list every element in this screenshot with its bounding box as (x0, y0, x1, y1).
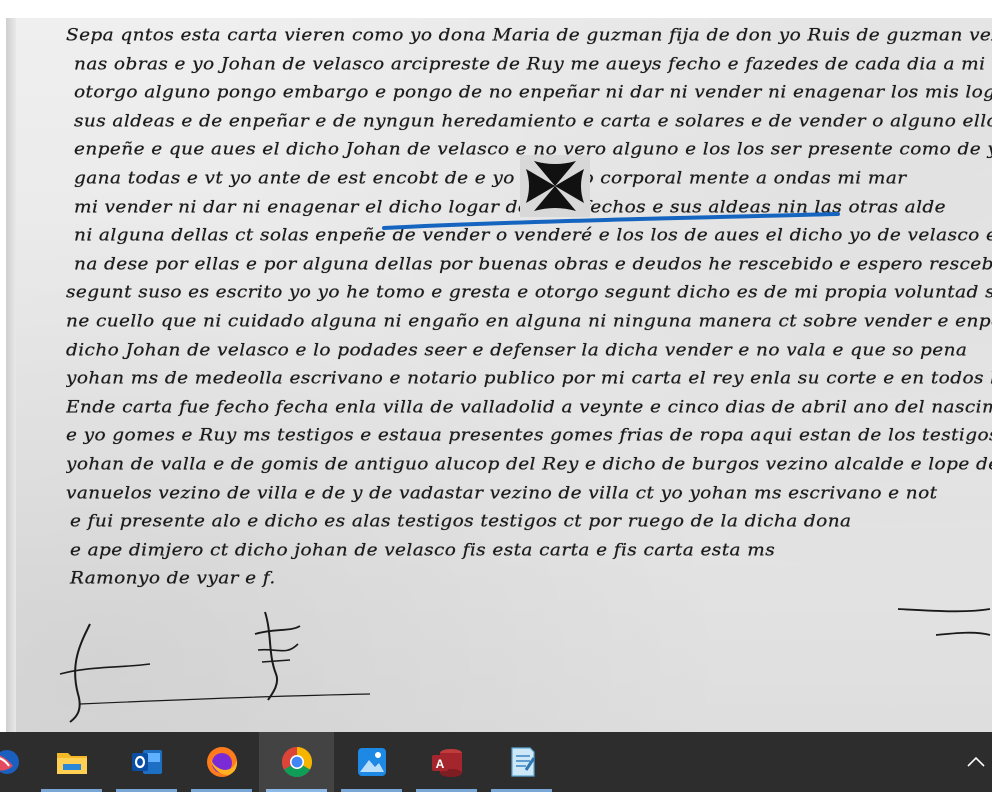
notarial-signature-flourish (59, 611, 371, 723)
manuscript-line: e yo gomes e Ruy ms testigos e estaua pr… (66, 426, 992, 446)
manuscript-line: sus aldeas e de enpeñar e de nyngun here… (74, 111, 992, 132)
manuscript-line: nas obras e yo Johan de velasco arcipres… (74, 54, 986, 74)
manuscript-line: vanuelos vezino de villa e de y de vadas… (66, 483, 938, 503)
access-icon: A (431, 749, 462, 777)
taskbar-app-file-explorer[interactable] (34, 732, 109, 792)
taskbar-app-access[interactable]: A (409, 732, 484, 792)
manuscript-line: dicho Johan de velasco e lo podades seer… (66, 340, 968, 360)
manuscript-line: e ape dimjero ct dicho johan de velasco … (70, 540, 776, 560)
manuscript-line: Sepa qntos esta carta vieren como yo don… (66, 25, 992, 46)
taskbar-app-outlook[interactable] (109, 732, 184, 792)
taskbar-app-chrome[interactable] (259, 732, 334, 792)
folder-icon (56, 753, 87, 774)
thunderbird-icon (0, 750, 19, 774)
page-binding-edge (6, 18, 16, 732)
manuscript-line: yohan ms de medeolla escrivano e notario… (66, 369, 992, 389)
manuscript-line: Ramonyo de vyar e f. (70, 569, 276, 589)
manuscript-text-block: Sepa qntos esta carta vieren como yo don… (66, 22, 992, 594)
manuscript-line: na dese por ellas e por alguna dellas po… (74, 254, 992, 274)
firefox-icon (206, 747, 237, 777)
manuscript-line: yohan de valla e de gomis de antiguo alu… (66, 454, 992, 475)
manuscript-line: Ende carta fue fecho fecha enla villa de… (66, 397, 992, 417)
show-hidden-icons-button[interactable] (960, 747, 992, 777)
photos-icon (357, 748, 386, 776)
manuscript-line: otorgo alguno pongo embargo e pongo de n… (74, 83, 992, 103)
windows-taskbar: A (0, 732, 992, 792)
manuscript-viewer[interactable]: Sepa qntos esta carta vieren como yo don… (0, 0, 992, 732)
manuscript-line: ne cuello que ni cuidado alguna ni engañ… (66, 311, 992, 332)
chrome-icon (281, 747, 312, 778)
taskbar-app-photos[interactable] (334, 732, 409, 792)
outlook-icon (131, 750, 162, 774)
taskbar-app-firefox[interactable] (184, 732, 259, 792)
manuscript-line: e fui presente alo e dicho es alas testi… (70, 511, 852, 532)
manuscript-line: segunt suso es escrito yo yo he tomo e g… (66, 283, 992, 303)
margin-bracket (897, 608, 991, 636)
annotation-underline (382, 212, 840, 230)
svg-text:A: A (435, 757, 444, 771)
chevron-up-icon (967, 756, 985, 767)
taskbar-app-notes[interactable] (484, 732, 559, 792)
taskbar-app-thunderbird[interactable] (0, 732, 38, 792)
notepad-icon (510, 747, 535, 777)
